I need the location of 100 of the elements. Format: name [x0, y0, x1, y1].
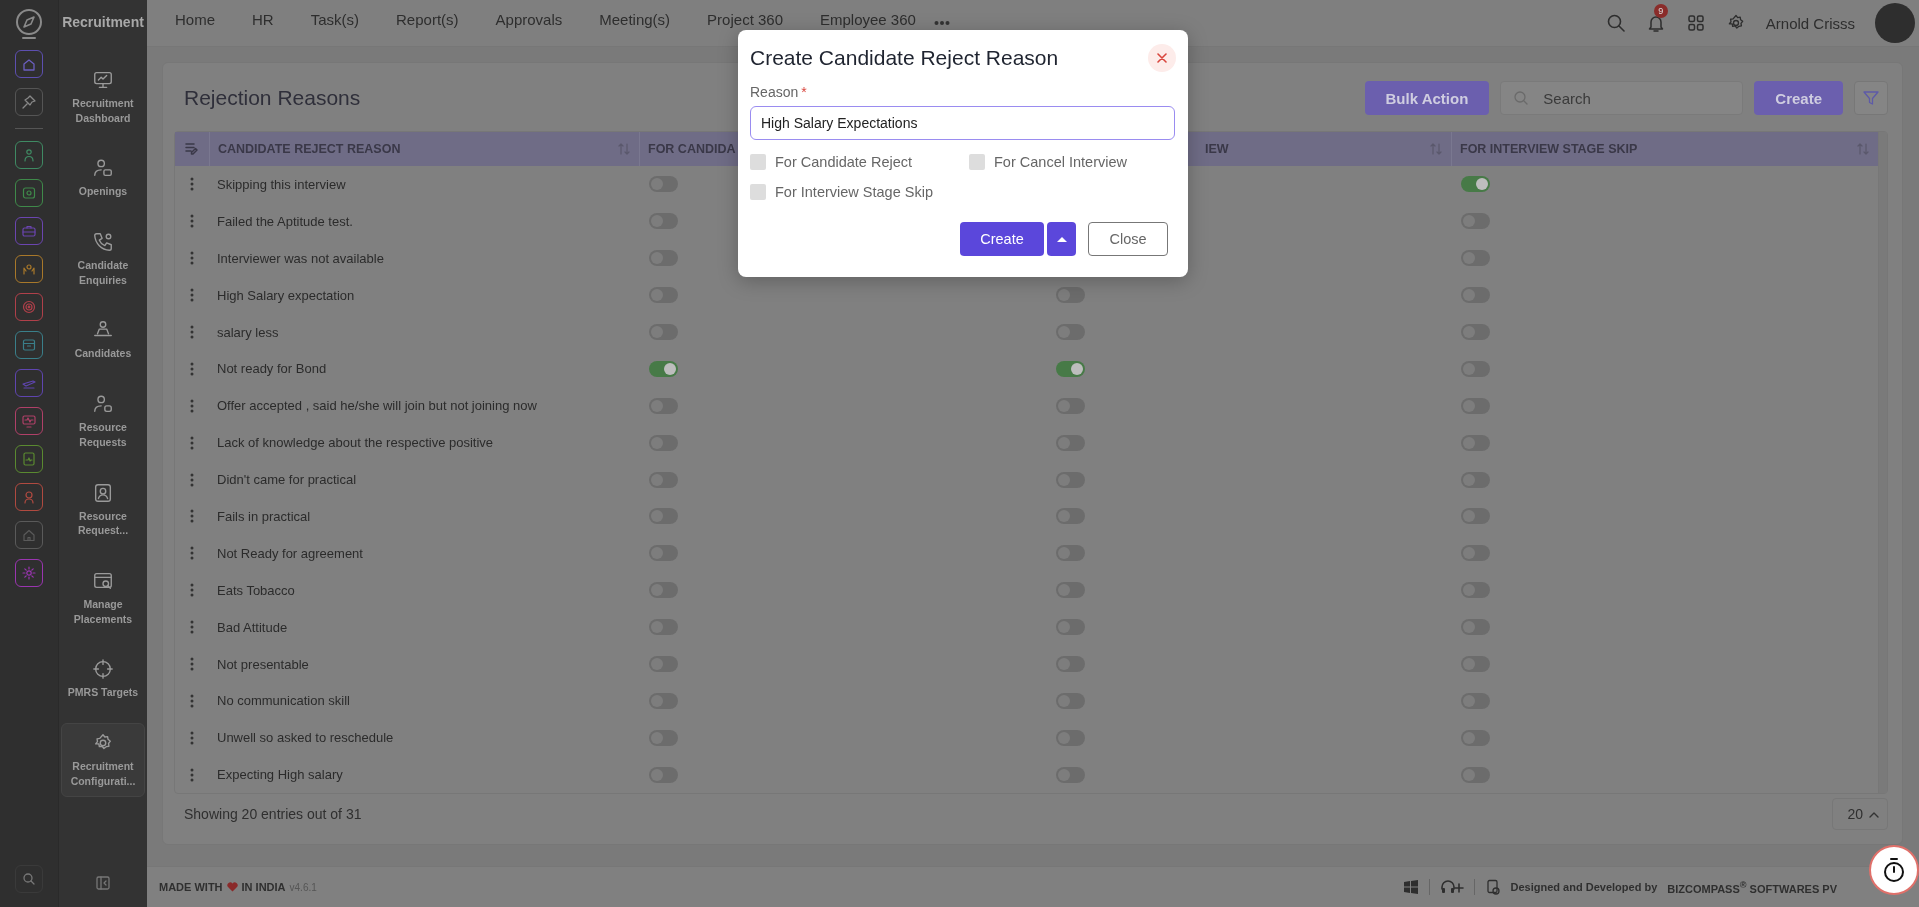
row-menu-icon[interactable]: [190, 177, 194, 192]
sidebar-item[interactable]: Resource Requests: [61, 384, 145, 459]
dropdown-button[interactable]: [1047, 222, 1076, 256]
table-cell-text: Eats Tobacco: [216, 582, 296, 598]
search-field[interactable]: Search: [1500, 81, 1744, 115]
entries-summary: Showing 20 entries out of 31: [184, 806, 362, 822]
filter-button[interactable]: [1854, 81, 1888, 115]
module-button[interactable]: [15, 445, 43, 473]
sort-icon[interactable]: [1856, 142, 1870, 156]
row-menu-icon[interactable]: [190, 730, 194, 745]
timer-button[interactable]: [1869, 845, 1919, 895]
row-menu-icon[interactable]: [190, 583, 194, 598]
nav-link[interactable]: Meeting(s): [599, 10, 671, 28]
checkbox-label[interactable]: For Candidate Reject: [775, 154, 912, 170]
row-menu-icon[interactable]: [190, 657, 194, 671]
module-button[interactable]: [15, 369, 43, 397]
checkbox[interactable]: [750, 154, 766, 170]
create-button[interactable]: Create: [1754, 81, 1843, 115]
row-menu-icon[interactable]: [190, 214, 194, 229]
sidebar-item[interactable]: Recruitment Dashboard: [61, 60, 145, 135]
row-menu-icon[interactable]: [190, 288, 194, 303]
sort-icon[interactable]: [1429, 142, 1443, 156]
more-icon[interactable]: [933, 20, 950, 26]
toggle-switch[interactable]: [649, 360, 678, 377]
toggle-switch[interactable]: [1056, 360, 1085, 377]
sidebar-item[interactable]: Manage Placements: [61, 560, 145, 636]
table-cell-text: Skipping this interview: [216, 176, 347, 192]
sidebar-item[interactable]: Candidate Enquiries: [61, 222, 145, 297]
checkbox-label[interactable]: For Cancel Interview: [994, 154, 1127, 170]
nav-link[interactable]: Project 360: [707, 10, 783, 28]
table-cell-text: No communication skill: [216, 693, 351, 709]
row-menu-icon[interactable]: [190, 620, 194, 635]
module-button[interactable]: [15, 293, 43, 321]
row-menu-icon[interactable]: [190, 325, 194, 339]
rail-button[interactable]: [15, 88, 43, 116]
column-settings-icon[interactable]: [185, 142, 199, 156]
row-menu-icon[interactable]: [190, 546, 194, 561]
close-button[interactable]: Close: [1088, 222, 1168, 256]
row-menu-icon[interactable]: [190, 251, 194, 266]
nav-link[interactable]: HR: [252, 10, 274, 28]
collapse-panel-icon[interactable]: [95, 875, 111, 891]
nav-link[interactable]: Task(s): [310, 10, 360, 28]
sidebar-item[interactable]: PMRS Targets: [61, 649, 145, 709]
nav-link[interactable]: Report(s): [396, 10, 459, 28]
windows-icon[interactable]: [1402, 879, 1419, 895]
briefcase-icon: [21, 223, 37, 239]
sidebar-item[interactable]: Openings: [61, 148, 145, 209]
heart-icon: [226, 882, 238, 892]
row-menu-icon[interactable]: [190, 767, 194, 782]
row-menu-icon[interactable]: [190, 509, 194, 524]
user-name[interactable]: Arnold Crisss: [1765, 14, 1855, 32]
row-menu-icon[interactable]: [190, 361, 194, 376]
table-cell-text: High Salary expectation: [216, 287, 356, 303]
module-button[interactable]: [15, 179, 43, 207]
row-menu-icon[interactable]: [190, 398, 194, 413]
table-cell-text: Unwell so asked to reschedule: [216, 730, 395, 746]
sidebar-item[interactable]: Recruitment Configurati...: [61, 722, 145, 798]
reason-input-field[interactable]: High Salary Expectations: [750, 106, 1175, 140]
nav-link[interactable]: Home: [175, 10, 215, 28]
module-button[interactable]: [15, 483, 43, 511]
bulk-action-button[interactable]: Bulk Action: [1364, 81, 1490, 115]
module-button[interactable]: [15, 255, 43, 283]
document-icon[interactable]: [1484, 879, 1501, 895]
toggle-switch[interactable]: [1056, 287, 1085, 304]
row-menu-icon[interactable]: [190, 435, 194, 450]
create-button[interactable]: Create: [960, 222, 1044, 256]
close-button[interactable]: [1148, 44, 1176, 72]
row-menu-icon[interactable]: [190, 472, 194, 487]
module-button[interactable]: [15, 141, 43, 169]
checkbox-label[interactable]: For Interview Stage Skip: [775, 184, 933, 200]
compass-logo-icon[interactable]: [14, 8, 44, 40]
module-button[interactable]: [15, 331, 43, 359]
module-button[interactable]: [15, 521, 43, 549]
checkbox[interactable]: [750, 184, 766, 200]
sort-icon[interactable]: [617, 142, 631, 156]
caret-up-icon: [1869, 810, 1879, 818]
column-header[interactable]: FOR INTERVIEW STAGE SKIP: [1460, 142, 1856, 156]
archive-icon: [21, 337, 37, 353]
nav-link[interactable]: Approvals: [495, 10, 563, 28]
nav-link[interactable]: Employee 360: [820, 10, 916, 28]
notification-count: 9: [1653, 4, 1668, 18]
sidebar-item[interactable]: Resource Request...: [61, 472, 145, 547]
module-button[interactable]: [15, 217, 43, 245]
page-size-select[interactable]: 20: [1832, 798, 1888, 830]
rail-button[interactable]: [15, 50, 43, 78]
module-button[interactable]: [15, 407, 43, 435]
module-button[interactable]: [15, 559, 43, 587]
stopwatch-icon: [1882, 857, 1906, 883]
inbox-icon: [21, 185, 37, 201]
sidebar-item[interactable]: Candidates: [61, 310, 145, 371]
headset-plus-icon[interactable]: [1439, 879, 1464, 895]
row-menu-icon[interactable]: [190, 693, 194, 708]
checkbox[interactable]: [969, 154, 985, 170]
search-icon[interactable]: [1605, 13, 1626, 33]
column-header[interactable]: CANDIDATE REJECT REASON: [218, 142, 617, 156]
table-cell-text: Lack of knowledge about the respective positive: [216, 435, 495, 451]
avatar[interactable]: [1875, 3, 1915, 43]
grid-icon[interactable]: [1685, 13, 1706, 33]
search-button[interactable]: [15, 865, 43, 893]
toggle-switch[interactable]: [1461, 176, 1490, 193]
